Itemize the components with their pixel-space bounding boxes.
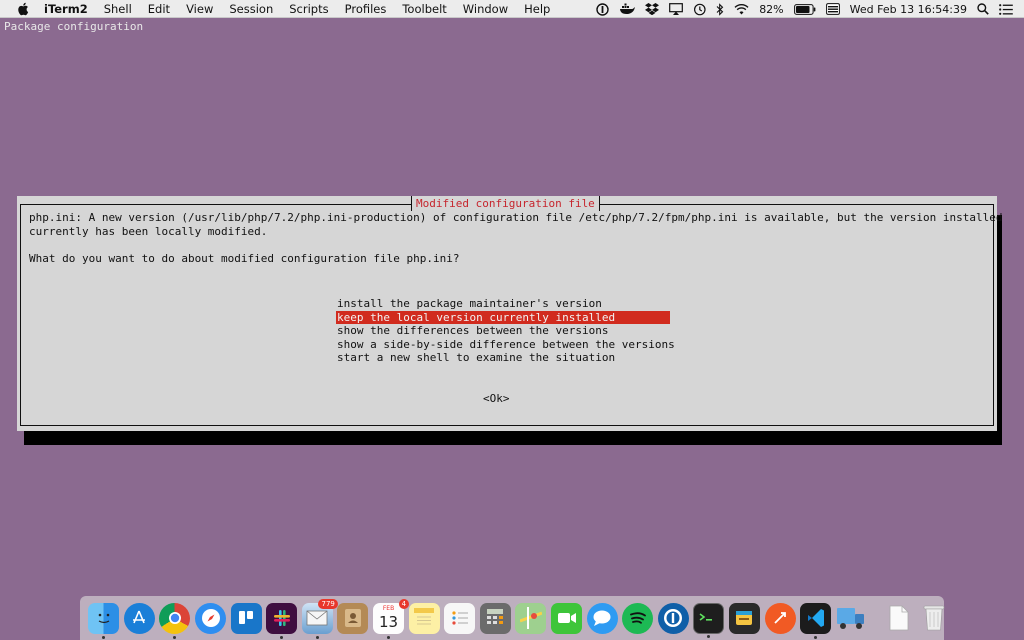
dock: 779 FEB 13 4 xyxy=(80,596,945,640)
menu-scripts[interactable]: Scripts xyxy=(281,0,336,18)
menu-toolbelt[interactable]: Toolbelt xyxy=(394,0,454,18)
menu-profiles[interactable]: Profiles xyxy=(337,0,395,18)
calendar-icon[interactable]: FEB 13 4 xyxy=(373,598,410,639)
battery-icon[interactable] xyxy=(789,0,821,18)
menu-window[interactable]: Window xyxy=(455,0,516,18)
onepassword-icon[interactable] xyxy=(657,602,689,634)
calendar-day: 13 xyxy=(379,612,399,631)
messages-icon[interactable] xyxy=(586,602,618,634)
onepassword-status-icon[interactable] xyxy=(591,0,614,18)
dialog-message-line1: php.ini: A new version (/usr/lib/php/7.2… xyxy=(29,211,1003,224)
menu-shell[interactable]: Shell xyxy=(96,0,140,18)
running-indicator xyxy=(102,635,106,639)
dialog-title: Modified configuration file xyxy=(411,196,600,211)
dialog-message-line2: currently has been locally modified. xyxy=(29,225,268,238)
menu-session[interactable]: Session xyxy=(221,0,281,18)
dropbox-icon[interactable] xyxy=(640,0,664,18)
trello-icon[interactable] xyxy=(230,602,262,634)
menu-bar: iTerm2 Shell Edit View Session Scripts P… xyxy=(0,0,1024,18)
config-dialog: Modified configuration file php.ini: A n… xyxy=(17,196,1003,431)
option-list: install the package maintainer's version… xyxy=(336,297,675,365)
menu-help[interactable]: Help xyxy=(516,0,558,18)
running-indicator xyxy=(315,635,319,639)
option-keep-local-version[interactable]: keep the local version currently install… xyxy=(336,310,670,325)
contacts-icon[interactable] xyxy=(337,602,369,634)
airplay-icon[interactable] xyxy=(664,0,688,18)
menu-edit[interactable]: Edit xyxy=(140,0,178,18)
terminal-window[interactable]: Package configuration Modified configura… xyxy=(0,18,1024,594)
keyboard-input-icon[interactable] xyxy=(821,0,845,18)
ok-button[interactable]: <Ok> xyxy=(483,392,510,405)
maps-icon[interactable] xyxy=(515,602,547,634)
chrome-icon[interactable] xyxy=(159,602,191,639)
menu-app-name[interactable]: iTerm2 xyxy=(32,0,96,18)
option-show-differences[interactable]: show the differences between the version… xyxy=(336,324,670,338)
spotlight-icon[interactable] xyxy=(972,0,994,18)
running-indicator xyxy=(707,634,711,638)
option-install-maintainer-version[interactable]: install the package maintainer's version xyxy=(336,297,670,311)
vscode-icon[interactable] xyxy=(800,602,832,639)
transmit-icon[interactable] xyxy=(728,602,760,634)
clock[interactable]: Wed Feb 13 16:54:39 xyxy=(845,0,972,18)
notification-center-icon[interactable] xyxy=(994,0,1018,18)
reminders-icon[interactable] xyxy=(444,602,476,634)
spotify-icon[interactable] xyxy=(622,602,654,634)
postman-icon[interactable] xyxy=(764,602,796,634)
package-configuration-title: Package configuration xyxy=(4,20,144,33)
option-side-by-side-difference[interactable]: show a side-by-side difference between t… xyxy=(336,338,675,352)
safari-icon[interactable] xyxy=(195,602,227,634)
apple-icon[interactable] xyxy=(14,2,32,16)
iterm-icon[interactable] xyxy=(693,602,725,638)
facetime-icon[interactable] xyxy=(551,602,583,634)
bluetooth-icon[interactable] xyxy=(711,0,729,18)
docker-icon[interactable] xyxy=(614,0,640,18)
running-indicator xyxy=(814,635,818,639)
battery-percent: 82% xyxy=(759,2,784,16)
menu-view[interactable]: View xyxy=(178,0,221,18)
calculator-icon[interactable] xyxy=(479,602,511,634)
slack-icon[interactable] xyxy=(266,602,298,639)
running-indicator xyxy=(173,635,177,639)
running-indicator xyxy=(387,635,391,639)
document-icon[interactable] xyxy=(883,603,914,634)
calendar-badge: 4 xyxy=(398,598,410,609)
time-machine-icon[interactable] xyxy=(688,0,711,18)
mail-badge: 779 xyxy=(318,598,338,609)
wifi-icon[interactable] xyxy=(729,0,754,18)
trash-icon[interactable] xyxy=(919,603,950,634)
dialog-question: What do you want to do about modified co… xyxy=(29,252,460,265)
finder-icon[interactable] xyxy=(88,602,120,639)
option-start-new-shell[interactable]: start a new shell to examine the situati… xyxy=(336,351,670,365)
mail-icon[interactable]: 779 xyxy=(301,598,338,639)
notes-icon[interactable] xyxy=(408,602,440,634)
running-indicator xyxy=(280,635,284,639)
app-store-icon[interactable] xyxy=(123,602,155,634)
transport-truck-icon[interactable] xyxy=(836,603,867,634)
